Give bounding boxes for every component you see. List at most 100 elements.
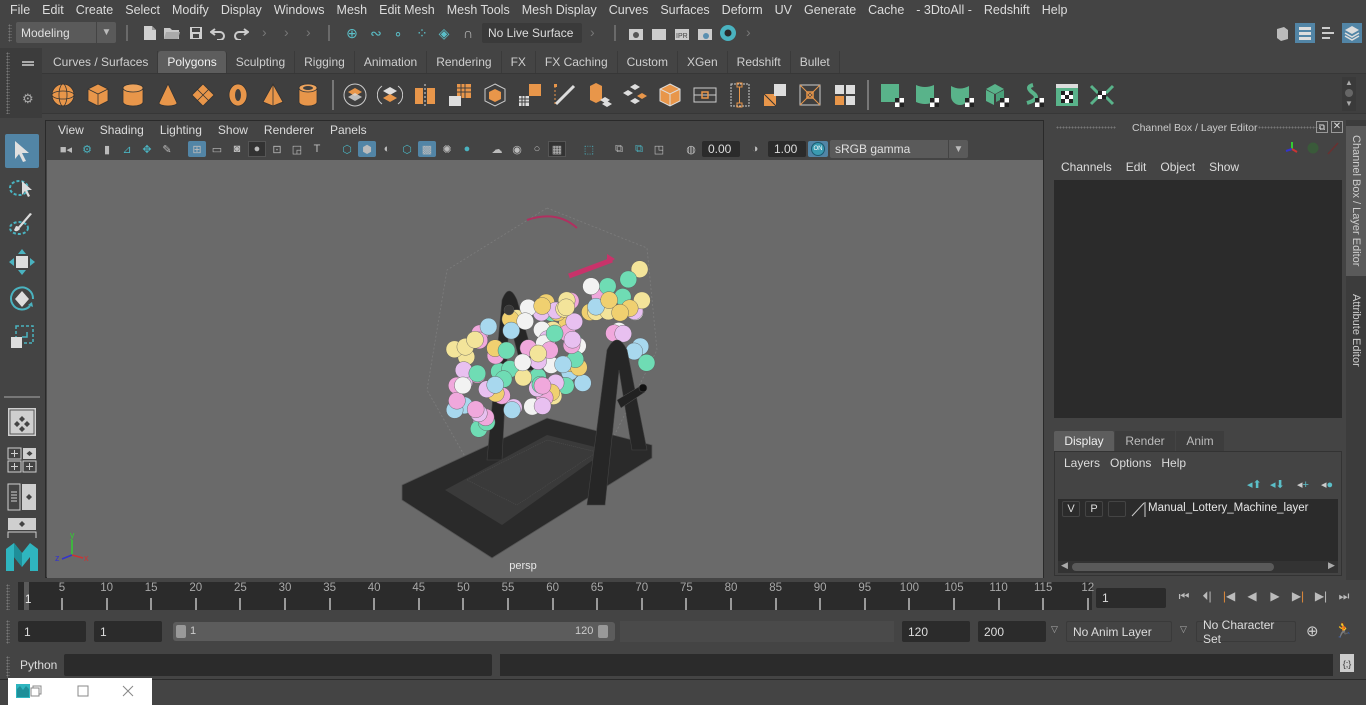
camera-attributes-icon[interactable]: ⚙ bbox=[78, 141, 96, 157]
uv-editor-icon[interactable] bbox=[1054, 82, 1080, 108]
layer-color-swatch-icon[interactable] bbox=[1130, 501, 1146, 517]
collapse-arrow-icon[interactable]: › bbox=[306, 24, 311, 40]
step-back-key-icon[interactable]: | ◀ bbox=[1221, 588, 1237, 604]
time-slider-grip[interactable] bbox=[6, 584, 10, 610]
range-slider-grip[interactable] bbox=[6, 620, 10, 644]
render-current-frame-icon[interactable] bbox=[649, 23, 669, 43]
menu-mesh[interactable]: Mesh bbox=[331, 3, 374, 17]
mirror-icon[interactable] bbox=[412, 82, 438, 108]
menu-edit-mesh[interactable]: Edit Mesh bbox=[373, 3, 441, 17]
boolean-icon[interactable] bbox=[482, 82, 508, 108]
textured-icon[interactable]: ▩ bbox=[418, 141, 436, 157]
menu-surfaces[interactable]: Surfaces bbox=[654, 3, 715, 17]
offset-edge-loop-icon[interactable] bbox=[762, 82, 788, 108]
layer-menu-options[interactable]: Options bbox=[1105, 456, 1156, 470]
open-scene-icon[interactable] bbox=[162, 23, 182, 43]
range-slider[interactable]: 1 120 bbox=[173, 622, 615, 641]
collapse-arrow-icon[interactable]: › bbox=[262, 24, 267, 40]
insert-edge-loop-icon[interactable] bbox=[727, 82, 753, 108]
speed-icon[interactable] bbox=[1306, 141, 1320, 155]
shelf-tab-fx-caching[interactable]: FX Caching bbox=[535, 51, 618, 73]
collapse-arrow-icon[interactable]: › bbox=[746, 24, 751, 40]
toolbar-grip[interactable] bbox=[8, 24, 12, 42]
3d-viewport[interactable]: y x z persp bbox=[47, 160, 1043, 578]
hypershade-icon[interactable] bbox=[718, 23, 738, 43]
spherical-uv-icon[interactable] bbox=[949, 82, 975, 108]
panel-grip[interactable] bbox=[1056, 126, 1116, 129]
menu-redshift[interactable]: Redshift bbox=[978, 3, 1036, 17]
shelf-tab-custom[interactable]: Custom bbox=[617, 51, 678, 73]
panel-grip[interactable] bbox=[1258, 126, 1318, 129]
gamma-field[interactable]: 1.00 bbox=[768, 141, 806, 157]
layer-name[interactable]: Manual_Lottery_Machine_layer bbox=[1148, 502, 1308, 514]
menu-help[interactable]: Help bbox=[1036, 3, 1074, 17]
scroll-handle[interactable] bbox=[1345, 89, 1353, 97]
paint-select-tool-button[interactable] bbox=[5, 208, 39, 242]
field-chart-icon[interactable]: ⊡ bbox=[268, 141, 286, 157]
menu-windows[interactable]: Windows bbox=[268, 3, 331, 17]
range-start-handle[interactable] bbox=[176, 625, 186, 638]
snap-to-point-icon[interactable]: ∘ bbox=[388, 23, 408, 43]
scale-tool-button[interactable] bbox=[5, 320, 39, 354]
shelf-tab-xgen[interactable]: XGen bbox=[677, 51, 728, 73]
shelf-tab-redshift[interactable]: Redshift bbox=[727, 51, 791, 73]
redo-icon[interactable] bbox=[231, 23, 251, 43]
collapse-arrow-icon[interactable]: › bbox=[590, 24, 595, 40]
color-space-dropdown[interactable]: sRGB gamma ▼ bbox=[830, 140, 968, 158]
move-tool-button[interactable] bbox=[5, 245, 39, 279]
tool-settings-toggle-icon[interactable] bbox=[1318, 23, 1338, 43]
restore-window-icon[interactable] bbox=[30, 685, 42, 697]
layout-uv-icon[interactable] bbox=[1089, 82, 1115, 108]
viewport-menu-view[interactable]: View bbox=[50, 123, 92, 137]
viewport-menu-show[interactable]: Show bbox=[210, 123, 256, 137]
poly-plane-icon[interactable] bbox=[190, 82, 216, 108]
multi-cut-icon[interactable] bbox=[552, 82, 578, 108]
safe-title-icon[interactable]: T bbox=[308, 141, 326, 157]
channel-menu-edit[interactable]: Edit bbox=[1119, 160, 1154, 174]
shelf-tab-animation[interactable]: Animation bbox=[354, 51, 428, 73]
manipulator-icon[interactable] bbox=[1285, 142, 1298, 153]
poly-cylinder-icon[interactable] bbox=[120, 82, 146, 108]
smooth-icon[interactable] bbox=[447, 82, 473, 108]
play-backwards-icon[interactable]: ◀ bbox=[1244, 588, 1260, 604]
current-frame-field[interactable]: 1 bbox=[1096, 588, 1166, 608]
step-forward-frame-icon[interactable]: ▶| bbox=[1313, 588, 1329, 604]
combine-icon[interactable] bbox=[342, 82, 368, 108]
shelf-tab-sculpting[interactable]: Sculpting bbox=[226, 51, 296, 73]
layer-tab-render[interactable]: Render bbox=[1115, 431, 1175, 451]
side-tab-channel-box[interactable]: Channel Box / Layer Editor bbox=[1346, 126, 1366, 276]
live-surface-field[interactable]: No Live Surface bbox=[482, 23, 582, 43]
viewport-menu-renderer[interactable]: Renderer bbox=[256, 123, 322, 137]
move-layer-up-icon[interactable]: ◂⬆ bbox=[1247, 478, 1262, 491]
anim-layer-dropdown[interactable]: No Anim Layer bbox=[1066, 621, 1172, 642]
depth-of-field-icon[interactable]: ▦ bbox=[548, 141, 566, 157]
grid-toggle-icon[interactable]: ⊞ bbox=[188, 141, 206, 157]
film-gate-icon[interactable]: ▭ bbox=[208, 141, 226, 157]
menu-cache[interactable]: Cache bbox=[862, 3, 910, 17]
poly-pipe-icon[interactable] bbox=[295, 82, 321, 108]
menu-uv[interactable]: UV bbox=[769, 3, 798, 17]
side-tab-attribute-editor[interactable]: Attribute Editor bbox=[1346, 280, 1366, 380]
grease-pencil-icon[interactable]: ✎ bbox=[158, 141, 176, 157]
unfold-uv-icon[interactable] bbox=[1019, 82, 1045, 108]
channel-box-list[interactable] bbox=[1054, 180, 1342, 418]
planar-uv-icon[interactable] bbox=[879, 82, 905, 108]
go-to-end-icon[interactable]: ⏭ bbox=[1336, 588, 1352, 604]
channel-box-toggle-icon[interactable] bbox=[1342, 23, 1362, 43]
channel-menu-show[interactable]: Show bbox=[1202, 160, 1246, 174]
select-tool-button[interactable] bbox=[5, 134, 39, 168]
menu-3dtoall[interactable]: - 3DtoAll - bbox=[910, 3, 978, 17]
exposure-field[interactable]: 0.00 bbox=[702, 141, 740, 157]
chevron-down-icon[interactable]: ▽ bbox=[1051, 624, 1058, 635]
screen-space-ao-icon[interactable]: ☁ bbox=[488, 141, 506, 157]
xray-icon[interactable]: ⬡ bbox=[398, 141, 416, 157]
camera-select-icon[interactable]: ■◂ bbox=[57, 141, 75, 157]
new-layer-from-selected-icon[interactable]: ◂● bbox=[1321, 478, 1333, 491]
layer-display-type-toggle[interactable] bbox=[1108, 501, 1126, 517]
scroll-thumb[interactable] bbox=[1072, 563, 1274, 571]
menu-mesh-tools[interactable]: Mesh Tools bbox=[441, 3, 516, 17]
close-window-icon[interactable] bbox=[122, 685, 134, 697]
scroll-down-icon[interactable]: ▼ bbox=[1342, 98, 1356, 109]
command-input[interactable] bbox=[64, 654, 492, 676]
menu-modify[interactable]: Modify bbox=[166, 3, 215, 17]
